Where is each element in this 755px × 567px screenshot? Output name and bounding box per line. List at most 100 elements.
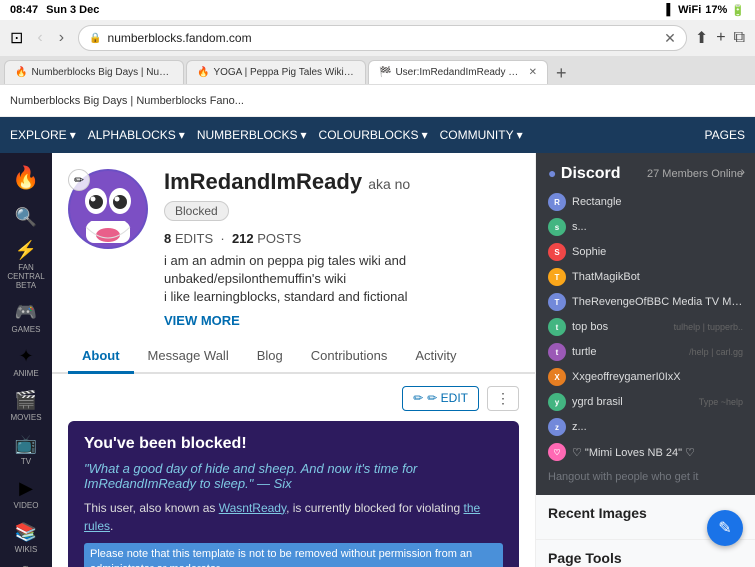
back-button[interactable]: ‹	[31, 27, 48, 49]
edit-button[interactable]: ✏ ✏ EDIT	[402, 386, 479, 411]
sidebar-fandom-logo[interactable]: 🔥	[4, 161, 48, 199]
tab-close-2[interactable]: ✕	[529, 67, 537, 78]
browser-toolbar: ⊡ ‹ › 🔒 numberblocks.fandom.com ✕ ⬆ + ⧉	[0, 20, 755, 56]
discord-header: ● Discord 27 Members Online	[548, 165, 743, 183]
edit-pencil-icon: ✏	[413, 391, 423, 405]
discord-avatar-0: R	[548, 193, 566, 211]
status-battery: 17%	[705, 4, 727, 16]
discord-user-list: R Rectangle s s... S Sophie T ThatMagikB…	[548, 191, 743, 463]
right-sidebar: ● Discord 27 Members Online › R Rectangl…	[535, 153, 755, 567]
tab-2[interactable]: 🏁 User:ImRedandImReady | Numberblocks Wi…	[368, 60, 548, 84]
left-sidebar: 🔥 🔍 ⚡ FAN CENTRAL BETA 🎮 GAMES ✦ ANIME 🎬…	[0, 153, 52, 567]
url-text: numberblocks.fandom.com	[108, 31, 659, 45]
discord-username-2: Sophie	[572, 246, 743, 258]
sidebar-wikis[interactable]: 📚 WIKIS	[4, 518, 48, 558]
sidebar-movies[interactable]: 🎬 MOVIES	[4, 386, 48, 426]
forward-button[interactable]: ›	[53, 27, 70, 49]
floating-action-button[interactable]: ✎	[707, 510, 743, 546]
discord-avatar-2: S	[548, 243, 566, 261]
tab-about[interactable]: About	[68, 340, 134, 374]
wasntready-link[interactable]: WasntReady	[219, 501, 286, 515]
discord-username-0: Rectangle	[572, 196, 743, 208]
tab-1[interactable]: 🔥 YOGA | Peppa Pig Tales Wiki | Fandom	[186, 60, 366, 84]
nav-community[interactable]: COMMUNITY ▾	[440, 128, 523, 142]
discord-action-8: Type ~help	[699, 397, 743, 407]
sidebar-start-wiki[interactable]: ➕ START A WIKI	[4, 562, 48, 567]
floating-action-icon: ✎	[718, 518, 731, 538]
blocked-title: You've been blocked!	[84, 435, 503, 453]
fandom-topnav: Numberblocks Big Days | Numberblocks Fan…	[0, 85, 755, 117]
main-layout: 🔥 🔍 ⚡ FAN CENTRAL BETA 🎮 GAMES ✦ ANIME 🎬…	[0, 153, 755, 567]
discord-username-3: ThatMagikBot	[572, 271, 743, 283]
video-icon: ▶	[19, 478, 33, 499]
clear-url-button[interactable]: ✕	[664, 30, 676, 47]
tab-activity[interactable]: Activity	[401, 340, 470, 374]
nav-community-label: COMMUNITY	[440, 128, 514, 142]
view-more-link[interactable]: VIEW MORE	[164, 313, 519, 328]
fandom-breadcrumb: Numberblocks Big Days | Numberblocks Fan…	[10, 95, 244, 107]
nav-explore-label: EXPLORE	[10, 128, 67, 142]
status-time: 08:47	[10, 4, 38, 16]
discord-action-6: /help | carl.gg	[689, 347, 743, 357]
blocked-desc: This user, also known as WasntReady, is …	[84, 499, 503, 535]
nav-numberblocks[interactable]: NUMBERBLOCKS ▾	[197, 128, 307, 142]
tab-blog[interactable]: Blog	[243, 340, 297, 374]
search-icon: 🔍	[15, 207, 37, 228]
wiki-nav: EXPLORE ▾ ALPHABLOCKS ▾ NUMBERBLOCKS ▾ C…	[10, 128, 523, 142]
battery-icon: 🔋	[731, 4, 745, 17]
sidebar-search[interactable]: 🔍	[4, 203, 48, 232]
add-tab-button[interactable]: +	[716, 29, 725, 47]
discord-user-4: T TheRevengeOfBBC Media TV Mapping	[548, 291, 743, 313]
sidebar-games[interactable]: 🎮 GAMES	[4, 298, 48, 338]
discord-username-9: z...	[572, 421, 743, 433]
nav-alphablocks-label: ALPHABLOCKS	[88, 128, 176, 142]
discord-username-6: turtle	[572, 346, 683, 358]
discord-avatar-1: s	[548, 218, 566, 236]
tab-content-area: ✏ ✏ EDIT ⋮ You've been blocked! "What a …	[52, 374, 535, 567]
movies-icon: 🎬	[15, 390, 37, 411]
discord-username-4: TheRevengeOfBBC Media TV Mapping	[572, 296, 743, 308]
tab-message-wall[interactable]: Message Wall	[134, 340, 243, 374]
nav-alphablocks-chevron: ▾	[179, 128, 185, 142]
discord-avatar-6: t	[548, 343, 566, 361]
new-tab-button[interactable]: +	[550, 63, 573, 84]
nav-explore[interactable]: EXPLORE ▾	[10, 128, 76, 142]
nav-colourblocks[interactable]: COLOURBLOCKS ▾	[319, 128, 428, 142]
address-bar[interactable]: 🔒 numberblocks.fandom.com ✕	[78, 25, 687, 51]
tab-contributions[interactable]: Contributions	[297, 340, 402, 374]
more-options-button[interactable]: ⋮	[487, 386, 519, 411]
nav-colourblocks-label: COLOURBLOCKS	[319, 128, 419, 142]
wiki-header-pages: PAGES	[705, 128, 745, 142]
edit-row: ✏ ✏ EDIT ⋮	[68, 386, 519, 411]
tabs-bar: 🔥 Numberblocks Big Days | Numberblocks F…	[0, 56, 755, 84]
nav-alphablocks[interactable]: ALPHABLOCKS ▾	[88, 128, 185, 142]
discord-avatar-5: t	[548, 318, 566, 336]
quote-attribution: — Six	[257, 476, 292, 491]
discord-user-8: y ygrd brasil Type ~help	[548, 391, 743, 413]
tab-0[interactable]: 🔥 Numberblocks Big Days | Numberblocks F…	[4, 60, 184, 84]
discord-action-5: tulhelp | tupperb..	[674, 322, 743, 332]
discord-username-1: s...	[572, 221, 743, 233]
sidebar-anime[interactable]: ✦ ANIME	[4, 342, 48, 382]
nav-colourblocks-chevron: ▾	[422, 128, 428, 142]
discord-logo: ● Discord	[548, 165, 621, 183]
discord-username-10: ♡ "Mimi Loves NB 24" ♡	[572, 446, 743, 459]
share-button[interactable]: ⬆	[695, 28, 708, 48]
discord-hangout: Hangout with people who get it	[548, 471, 743, 483]
sidebar-tv[interactable]: 📺 TV	[4, 430, 48, 470]
discord-user-2: S Sophie	[548, 241, 743, 263]
anime-icon: ✦	[18, 346, 33, 367]
avatar-edit-button[interactable]: ✏	[68, 169, 90, 191]
tv-icon: 📺	[15, 434, 37, 455]
tabs-button[interactable]: ⧉	[734, 29, 745, 47]
sidebar-video[interactable]: ▶ VIDEO	[4, 474, 48, 514]
lock-icon: 🔒	[89, 33, 101, 44]
discord-avatar-7: X	[548, 368, 566, 386]
window-icon[interactable]: ⊡	[10, 28, 23, 48]
discord-chevron-icon: ›	[740, 163, 745, 179]
status-wifi: WiFi	[678, 4, 701, 16]
tab-label-2: User:ImRedandImReady | Numberblocks Wiki…	[395, 67, 520, 78]
discord-avatar-8: y	[548, 393, 566, 411]
fan-central-icon: ⚡	[15, 240, 37, 261]
sidebar-fan-central[interactable]: ⚡ FAN CENTRAL BETA	[4, 236, 48, 294]
